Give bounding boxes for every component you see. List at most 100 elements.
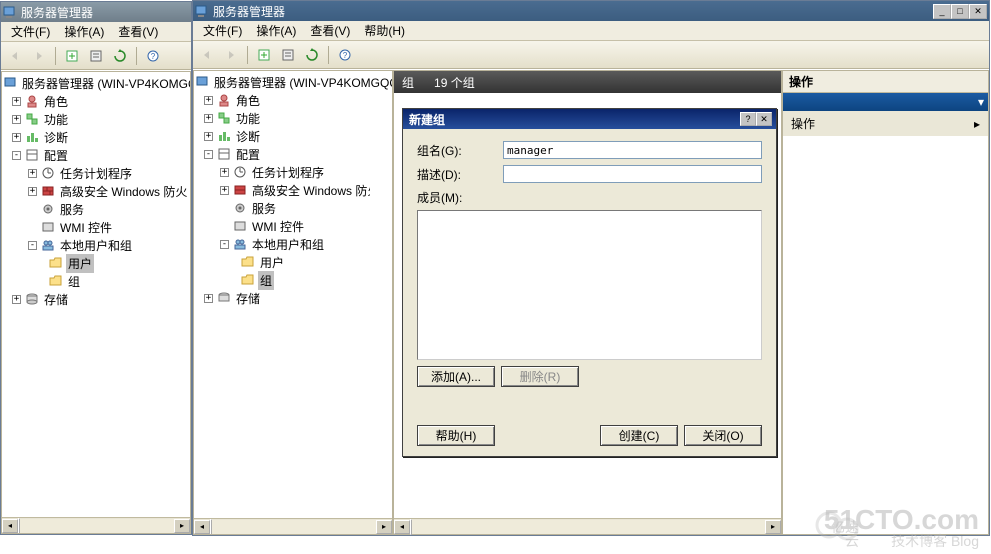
actions-item[interactable]: 操作 ▸ [783,111,988,136]
properties-icon[interactable] [86,46,106,66]
expand-icon[interactable]: + [28,169,37,178]
tree-root[interactable]: 服务器管理器 (WIN-VP4KOMGQQ [2,74,190,92]
help-icon[interactable]: ? [143,46,163,66]
context-help-button[interactable]: ? [740,112,756,126]
tree-pane-front[interactable]: 服务器管理器 (WIN-VP4KOMGQQ9 +角色 +功能 +诊断 -配置 +… [193,70,393,535]
scroll-left-icon[interactable]: ◂ [2,519,18,533]
menu-action[interactable]: 操作(A) [250,20,302,41]
forward-icon [29,46,49,66]
feature-icon [24,111,40,127]
expand-icon[interactable]: + [204,294,213,303]
scroll-right-icon[interactable]: ▸ [765,520,781,534]
maximize-button[interactable]: □ [951,4,969,19]
scroll-right-icon[interactable]: ▸ [174,519,190,533]
gear-icon [40,201,56,217]
role-icon [24,93,40,109]
scroll-left-icon[interactable]: ◂ [194,520,210,534]
expand-icon[interactable]: + [204,96,213,105]
tree-pane-back[interactable]: 服务器管理器 (WIN-VP4KOMGQQ +角色 +功能 +诊断 -配置 +任… [1,71,191,534]
menu-help[interactable]: 帮助(H) [358,20,411,41]
tree-storage[interactable]: +存储 [194,289,392,307]
close-button[interactable]: ✕ [969,4,987,19]
tree-local-users-groups[interactable]: -本地用户和组 [2,236,190,254]
tree-services[interactable]: 服务 [2,200,190,218]
titlebar-back[interactable]: 服务器管理器 [1,2,191,22]
tree-config[interactable]: -配置 [2,146,190,164]
tree-task[interactable]: +任务计划程序 [194,163,392,181]
menu-view[interactable]: 查看(V) [112,21,164,42]
collapse-icon[interactable]: - [12,151,21,160]
create-button[interactable]: 创建(C) [600,425,678,446]
diag-icon [24,129,40,145]
hscroll[interactable]: ◂ ▸ [394,518,781,534]
tree-users[interactable]: 用户 [194,253,392,271]
expand-icon[interactable]: + [12,133,21,142]
folder-icon [48,273,64,289]
tree-groups[interactable]: 组 [2,272,190,290]
hscroll[interactable]: ◂ ▸ [2,517,190,533]
menu-file[interactable]: 文件(F) [5,21,56,42]
collapse-icon[interactable]: - [204,150,213,159]
tree-diag[interactable]: +诊断 [2,128,190,146]
expand-icon[interactable]: + [12,115,21,124]
folder-icon [48,255,64,271]
tree-wmi[interactable]: WMI 控件 [2,218,190,236]
tree-groups[interactable]: 组 [194,271,392,289]
tree-firewall[interactable]: +高级安全 Windows 防火 [194,181,392,199]
expand-icon[interactable]: + [220,168,229,177]
wmi-icon [40,219,56,235]
titlebar-front[interactable]: 服务器管理器 _ □ ✕ [193,1,989,21]
refresh-icon[interactable] [302,45,322,65]
tree-firewall[interactable]: +高级安全 Windows 防火 [2,182,190,200]
menu-action[interactable]: 操作(A) [58,21,110,42]
expand-icon[interactable]: + [204,132,213,141]
dialog-titlebar[interactable]: 新建组 ? ✕ [403,109,776,129]
hscroll[interactable]: ◂ ▸ [194,518,392,534]
tree-config[interactable]: -配置 [194,145,392,163]
scroll-thumb[interactable] [410,519,412,535]
refresh-icon[interactable] [110,46,130,66]
add-icon[interactable] [62,46,82,66]
tree-roles[interactable]: +角色 [2,92,190,110]
minimize-button[interactable]: _ [933,4,951,19]
close-dialog-button[interactable]: 关闭(O) [684,425,762,446]
group-name-input[interactable] [503,141,762,159]
tree-local-users-groups[interactable]: -本地用户和组 [194,235,392,253]
menu-file[interactable]: 文件(F) [197,20,248,41]
scroll-left-icon[interactable]: ◂ [394,520,410,534]
menu-view[interactable]: 查看(V) [304,20,356,41]
tree-task[interactable]: +任务计划程序 [2,164,190,182]
scroll-right-icon[interactable]: ▸ [376,520,392,534]
scroll-thumb[interactable] [18,518,20,534]
collapse-icon[interactable]: - [220,240,229,249]
chevron-down-icon[interactable]: ▾ [978,95,984,109]
tree-storage[interactable]: +存储 [2,290,190,308]
svg-text:?: ? [343,51,348,60]
expand-icon[interactable]: + [12,97,21,106]
properties-icon[interactable] [278,45,298,65]
expand-icon[interactable]: + [220,186,229,195]
tree-roles[interactable]: +角色 [194,91,392,109]
tree-features[interactable]: +功能 [2,110,190,128]
description-input[interactable] [503,165,762,183]
add-icon[interactable] [254,45,274,65]
close-button[interactable]: ✕ [756,112,772,126]
expand-icon[interactable]: + [28,187,37,196]
tree-features[interactable]: +功能 [194,109,392,127]
expand-icon[interactable]: + [204,114,213,123]
collapse-icon[interactable]: - [28,241,37,250]
tree-users[interactable]: 用户 [2,254,190,272]
gear-icon [232,200,248,216]
scroll-thumb[interactable] [210,519,212,535]
tree-services[interactable]: 服务 [194,199,392,217]
list-header: 组 19 个组 [394,71,781,93]
new-group-dialog: 新建组 ? ✕ 组名(G): 描述(D): 成员(M): 添加(A)... 删除… [402,108,777,457]
tree-wmi[interactable]: WMI 控件 [194,217,392,235]
members-listbox[interactable] [417,210,762,360]
tree-diag[interactable]: +诊断 [194,127,392,145]
expand-icon[interactable]: + [12,295,21,304]
tree-root[interactable]: 服务器管理器 (WIN-VP4KOMGQQ9 [194,73,392,91]
help-button[interactable]: 帮助(H) [417,425,495,446]
add-button[interactable]: 添加(A)... [417,366,495,387]
help-icon[interactable]: ? [335,45,355,65]
